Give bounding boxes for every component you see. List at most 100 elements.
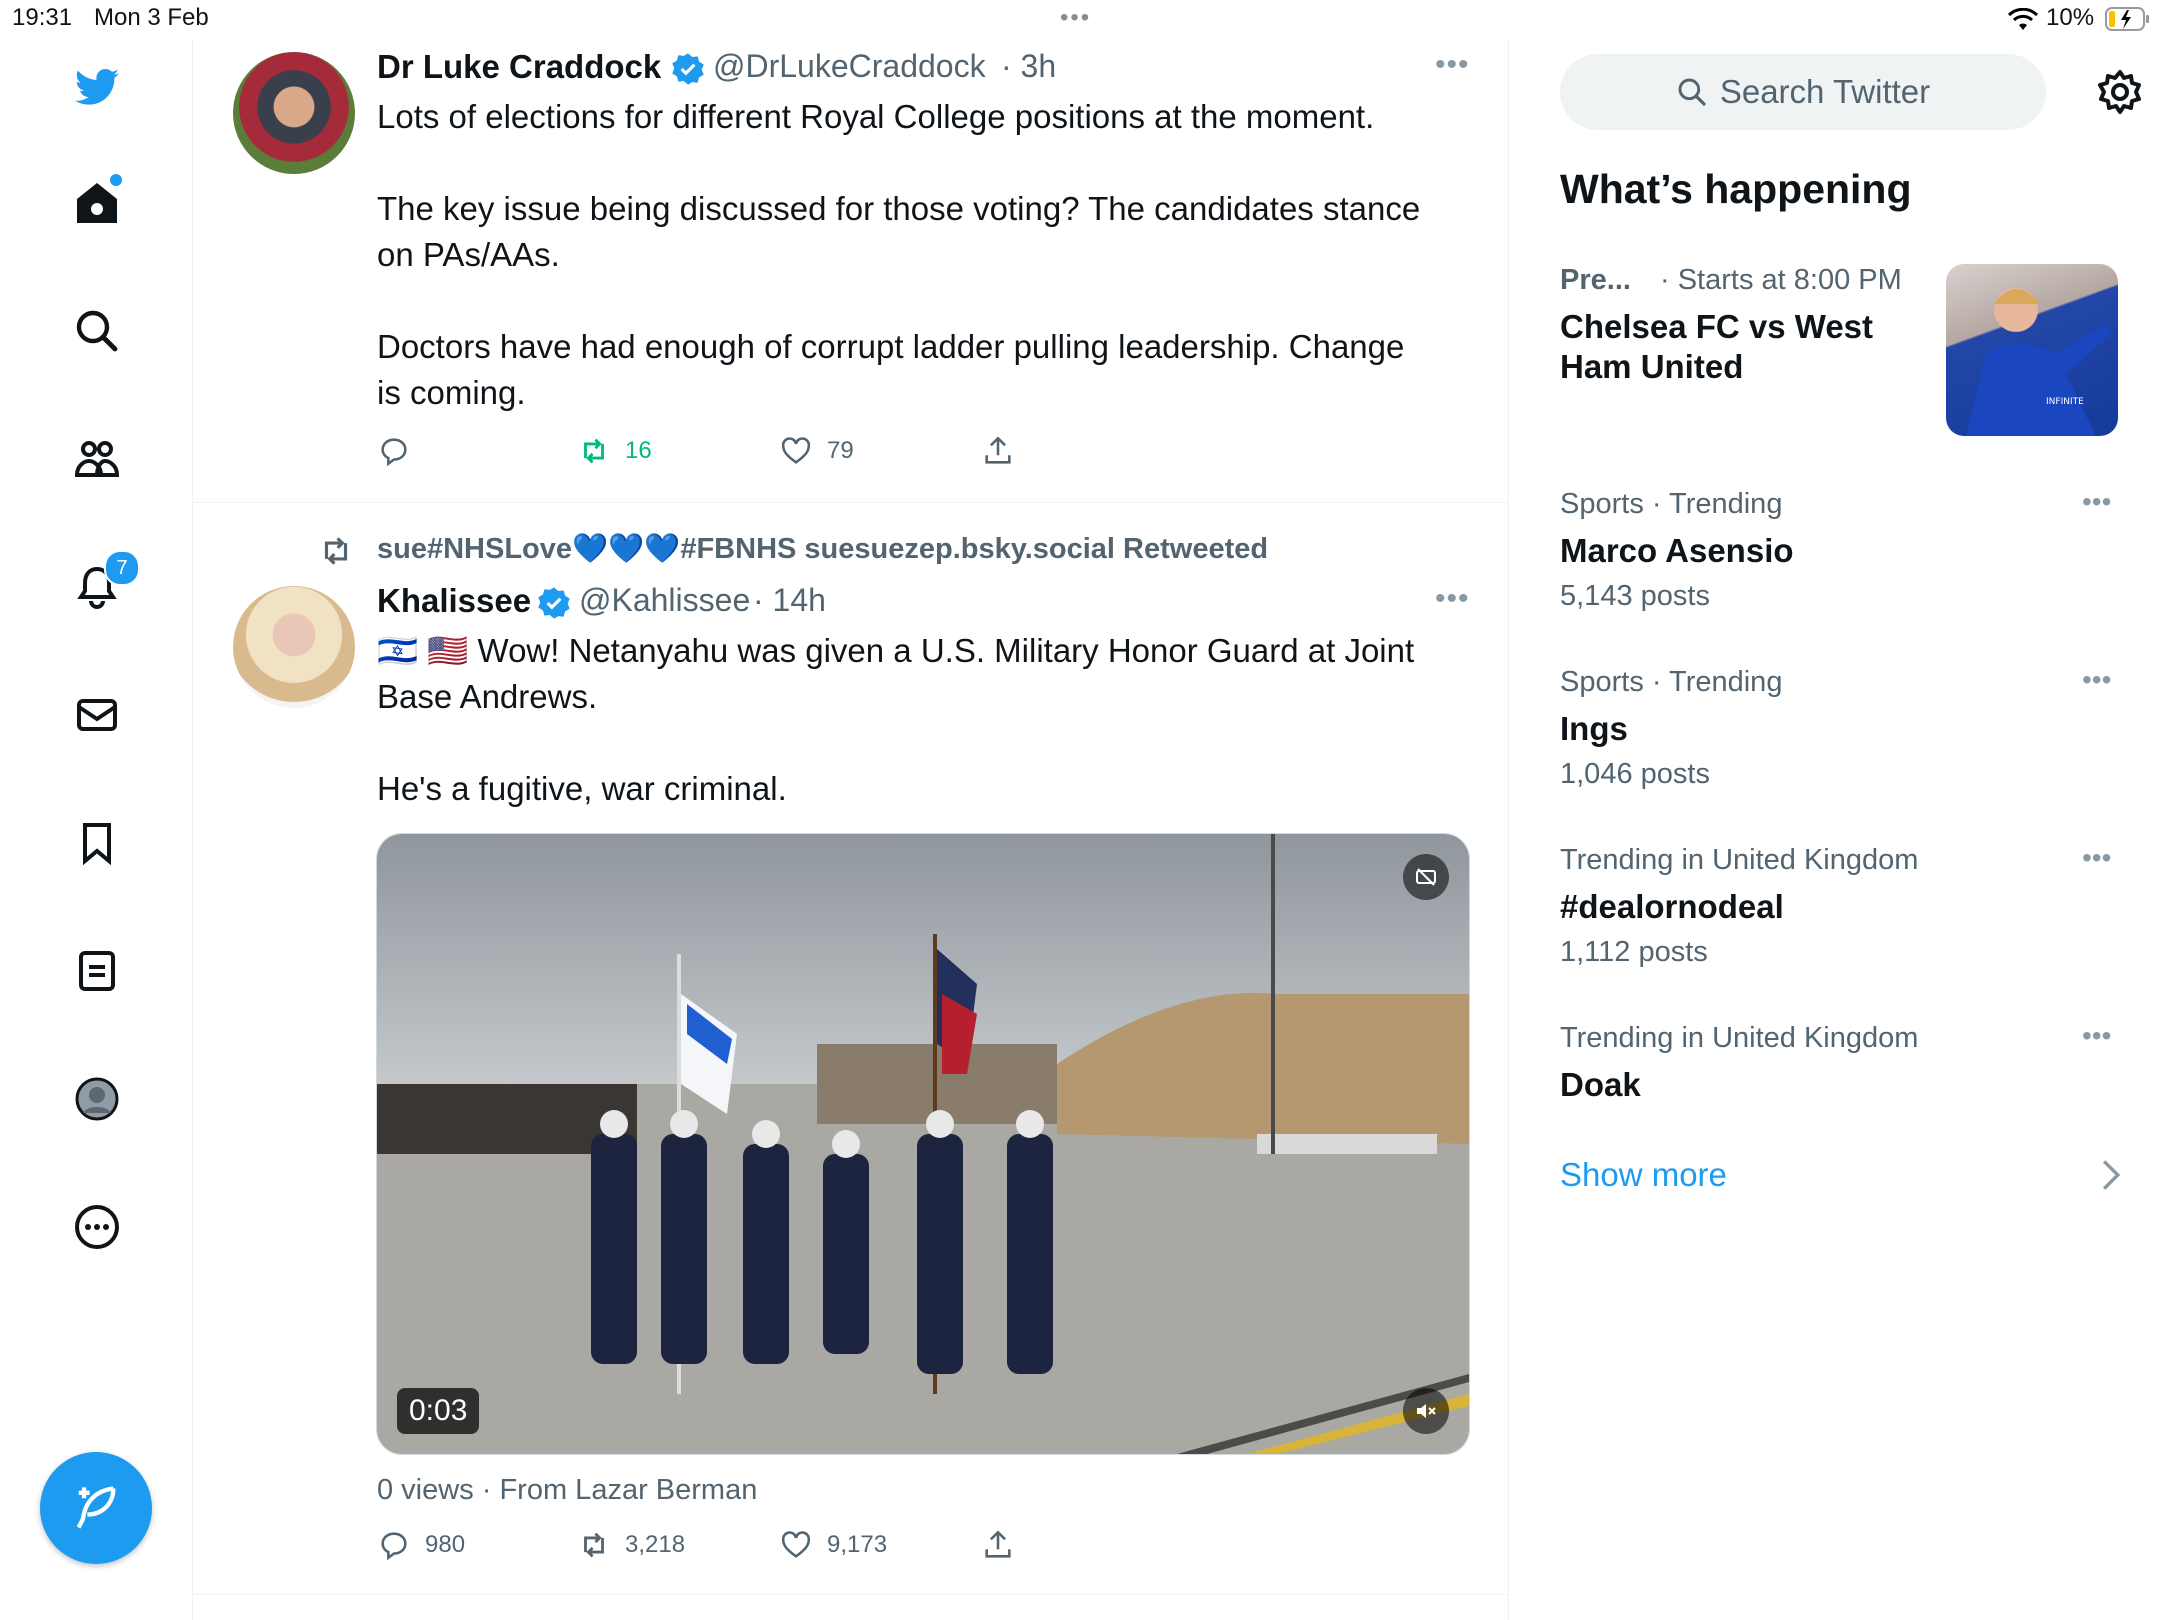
tweet-more-icon[interactable]: •••: [1435, 582, 1470, 616]
chevron-right-icon[interactable]: [2100, 1158, 2122, 1192]
video-duration: 0:03: [397, 1388, 480, 1434]
messages-icon[interactable]: [62, 680, 132, 750]
retweeted-by-label[interactable]: sue#NHSLove💙💙💙#FBNHS suesuezep.bsky.soci…: [377, 532, 1268, 566]
status-date: Mon 3 Feb: [94, 4, 209, 31]
verified-badge-icon: [672, 53, 704, 85]
trend-context: Pre...: [1560, 264, 1631, 296]
tweet-time[interactable]: · 3h: [1001, 48, 1056, 85]
reply-icon: [381, 1532, 407, 1561]
trend-title: Chelsea FC vs West: [1560, 308, 1874, 345]
like-count: 9,173: [827, 1531, 888, 1558]
trend-context: Sports · Trending: [1560, 666, 1783, 698]
video-views-source: 0 views · From Lazar Berman: [377, 1474, 758, 1506]
home-unread-dot: [110, 174, 122, 186]
home-icon[interactable]: [62, 168, 132, 238]
trend-context: Trending in United Kingdom: [1560, 844, 1919, 876]
show-more-link[interactable]: Show more: [1560, 1156, 1727, 1194]
more-icon[interactable]: [62, 1192, 132, 1262]
author-handle[interactable]: @Kahlissee: [579, 582, 750, 619]
settings-gear-icon[interactable]: [2096, 68, 2144, 116]
author-name[interactable]: Khalissee: [377, 582, 531, 620]
reply-count: 980: [425, 1531, 466, 1558]
reply-button[interactable]: [377, 434, 425, 468]
retweet-count: 16: [625, 437, 652, 464]
trend-more-icon[interactable]: •••: [2082, 1020, 2111, 1052]
svg-text:INFINITE: INFINITE: [2046, 397, 2084, 407]
battery-charging-icon: [2105, 7, 2151, 36]
multitasking-dots[interactable]: •••: [1060, 4, 1091, 32]
like-button[interactable]: 9,173: [779, 1528, 887, 1562]
captions-icon[interactable]: [1403, 854, 1449, 900]
status-time: 19:31: [12, 4, 73, 31]
trend-context: Sports · Trending: [1560, 488, 1783, 520]
reply-button[interactable]: 980: [377, 1528, 465, 1562]
like-count: 79: [827, 437, 854, 464]
tweet-time[interactable]: · 14h: [753, 582, 826, 619]
lists-icon[interactable]: [62, 936, 132, 1006]
search-input[interactable]: Search Twitter: [1560, 54, 2046, 130]
trend-more-icon[interactable]: •••: [2082, 486, 2111, 518]
trend-title: #dealornodeal: [1560, 888, 1784, 925]
tweet-body: Lots of elections for different Royal Co…: [377, 94, 1437, 416]
search-icon[interactable]: [62, 296, 132, 366]
video-frame: [377, 834, 1469, 1454]
heart-icon: [781, 1531, 811, 1558]
retweet-icon: [584, 438, 604, 464]
tweet-divider: [193, 1594, 1508, 1595]
left-nav: 7: [0, 38, 193, 1620]
tweet-paragraph: Lots of elections for different Royal Co…: [377, 98, 1375, 135]
retweet-icon: [584, 1532, 604, 1558]
trend-title: Marco Asensio: [1560, 532, 1794, 569]
trend-title: Ings: [1560, 710, 1628, 747]
share-button[interactable]: [981, 434, 1015, 468]
avatar[interactable]: [233, 586, 355, 708]
tweet-more-icon[interactable]: •••: [1435, 48, 1470, 82]
communities-icon[interactable]: [62, 424, 132, 494]
tweet-paragraph: He's a fugitive, war criminal.: [377, 770, 787, 807]
whats-happening-title: What’s happening: [1560, 166, 1912, 212]
bookmarks-icon[interactable]: [62, 808, 132, 878]
status-bar: 19:31 Mon 3 Feb ••• 10%: [0, 0, 2160, 38]
trend-post-count: 5,143 posts: [1560, 580, 1710, 612]
like-button[interactable]: 79: [779, 434, 854, 468]
twitter-logo-icon[interactable]: [62, 52, 132, 122]
compose-feather-icon: [76, 1486, 116, 1529]
battery-percent: 10%: [2046, 4, 2095, 31]
verified-badge-icon: [538, 587, 570, 619]
trend-title: Ham United: [1560, 348, 1744, 385]
profile-icon[interactable]: [62, 1064, 132, 1134]
trend-post-count: 1,046 posts: [1560, 758, 1710, 790]
mute-icon[interactable]: [1403, 1388, 1449, 1434]
notification-count-badge: 7: [104, 550, 140, 586]
tweet-paragraph: Wow! Netanyahu was given a U.S. Military…: [377, 632, 1415, 715]
right-sidebar: Search Twitter What’s happening Pre... ·…: [1510, 38, 2160, 1620]
compose-tweet-button[interactable]: [40, 1452, 152, 1564]
tweet-divider: [193, 502, 1508, 503]
wifi-icon: [2007, 7, 2039, 37]
featured-trend-thumbnail: INFINITE: [1946, 264, 2118, 436]
timeline[interactable]: Dr Luke Craddock @DrLukeCraddock · 3h ••…: [193, 38, 1509, 1620]
tweet-paragraph: The key issue being discussed for those …: [377, 190, 1421, 273]
author-handle[interactable]: @DrLukeCraddock: [713, 48, 986, 85]
avatar[interactable]: [233, 52, 355, 174]
tweet-body: 🇮🇱 🇺🇸 Wow! Netanyahu was given a U.S. Mi…: [377, 628, 1437, 812]
retweet-count: 3,218: [625, 1531, 686, 1558]
trend-title: Doak: [1560, 1066, 1641, 1103]
heart-icon: [781, 437, 811, 464]
search-placeholder: Search Twitter: [1719, 73, 1931, 110]
retweeted-icon: [324, 537, 348, 565]
search-icon: [1678, 78, 1706, 106]
reply-icon: [381, 438, 407, 467]
author-name[interactable]: Dr Luke Craddock: [377, 48, 661, 86]
retweet-button[interactable]: 16: [577, 434, 652, 468]
video-player[interactable]: 0:03: [376, 833, 1470, 1455]
notifications-icon[interactable]: 7: [62, 550, 140, 622]
retweet-button[interactable]: 3,218: [577, 1528, 685, 1562]
trend-more-icon[interactable]: •••: [2082, 664, 2111, 696]
share-button[interactable]: [981, 1528, 1015, 1562]
tweet-paragraph: Doctors have had enough of corrupt ladde…: [377, 328, 1405, 411]
trend-post-count: 1,112 posts: [1560, 936, 1708, 968]
share-icon: [985, 436, 1011, 464]
trend-context: Trending in United Kingdom: [1560, 1022, 1919, 1054]
trend-more-icon[interactable]: •••: [2082, 842, 2111, 874]
